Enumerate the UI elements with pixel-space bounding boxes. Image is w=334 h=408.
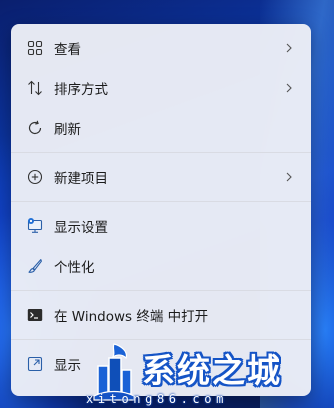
menu-separator xyxy=(11,152,311,153)
menu-item-refresh[interactable]: 刷新 xyxy=(15,110,307,146)
expand-icon xyxy=(27,356,43,372)
menu-item-refresh-label: 刷新 xyxy=(54,122,81,138)
menu-item-open-in-terminal[interactable]: 在 Windows 终端 中打开 xyxy=(15,297,307,333)
brush-icon xyxy=(28,259,42,273)
menu-item-personalize[interactable]: 个性化 xyxy=(15,248,307,284)
refresh-icon xyxy=(28,120,42,135)
chevron-right-icon xyxy=(286,43,292,53)
menu-item-view[interactable]: 查看 xyxy=(15,30,307,66)
chevron-right-icon xyxy=(286,172,292,182)
grid-icon xyxy=(27,40,43,56)
display-settings-icon xyxy=(27,218,43,233)
menu-item-sort-by-label: 排序方式 xyxy=(54,82,108,98)
watermark-title: 系统之城 xyxy=(142,351,282,390)
site-watermark: 系统之城 xitong86.com xyxy=(86,338,334,408)
add-circle-icon xyxy=(27,169,43,185)
menu-item-open-in-terminal-label: 在 Windows 终端 中打开 xyxy=(54,309,209,325)
menu-item-display-settings-label: 显示设置 xyxy=(54,220,108,236)
terminal-icon xyxy=(27,309,43,321)
menu-item-sort-by[interactable]: 排序方式 xyxy=(15,70,307,106)
menu-item-new-label: 新建项目 xyxy=(54,171,108,187)
menu-item-new[interactable]: 新建项目 xyxy=(15,159,307,195)
menu-item-show-more-label: 显示 xyxy=(54,358,81,374)
menu-item-personalize-label: 个性化 xyxy=(54,260,95,276)
menu-separator xyxy=(11,290,311,291)
menu-item-view-label: 查看 xyxy=(54,42,81,58)
watermark-url: xitong86.com xyxy=(86,392,228,406)
menu-item-display-settings[interactable]: 显示设置 xyxy=(15,208,307,244)
chevron-right-icon xyxy=(286,83,292,93)
sort-icon xyxy=(28,80,42,96)
menu-separator xyxy=(11,201,311,202)
